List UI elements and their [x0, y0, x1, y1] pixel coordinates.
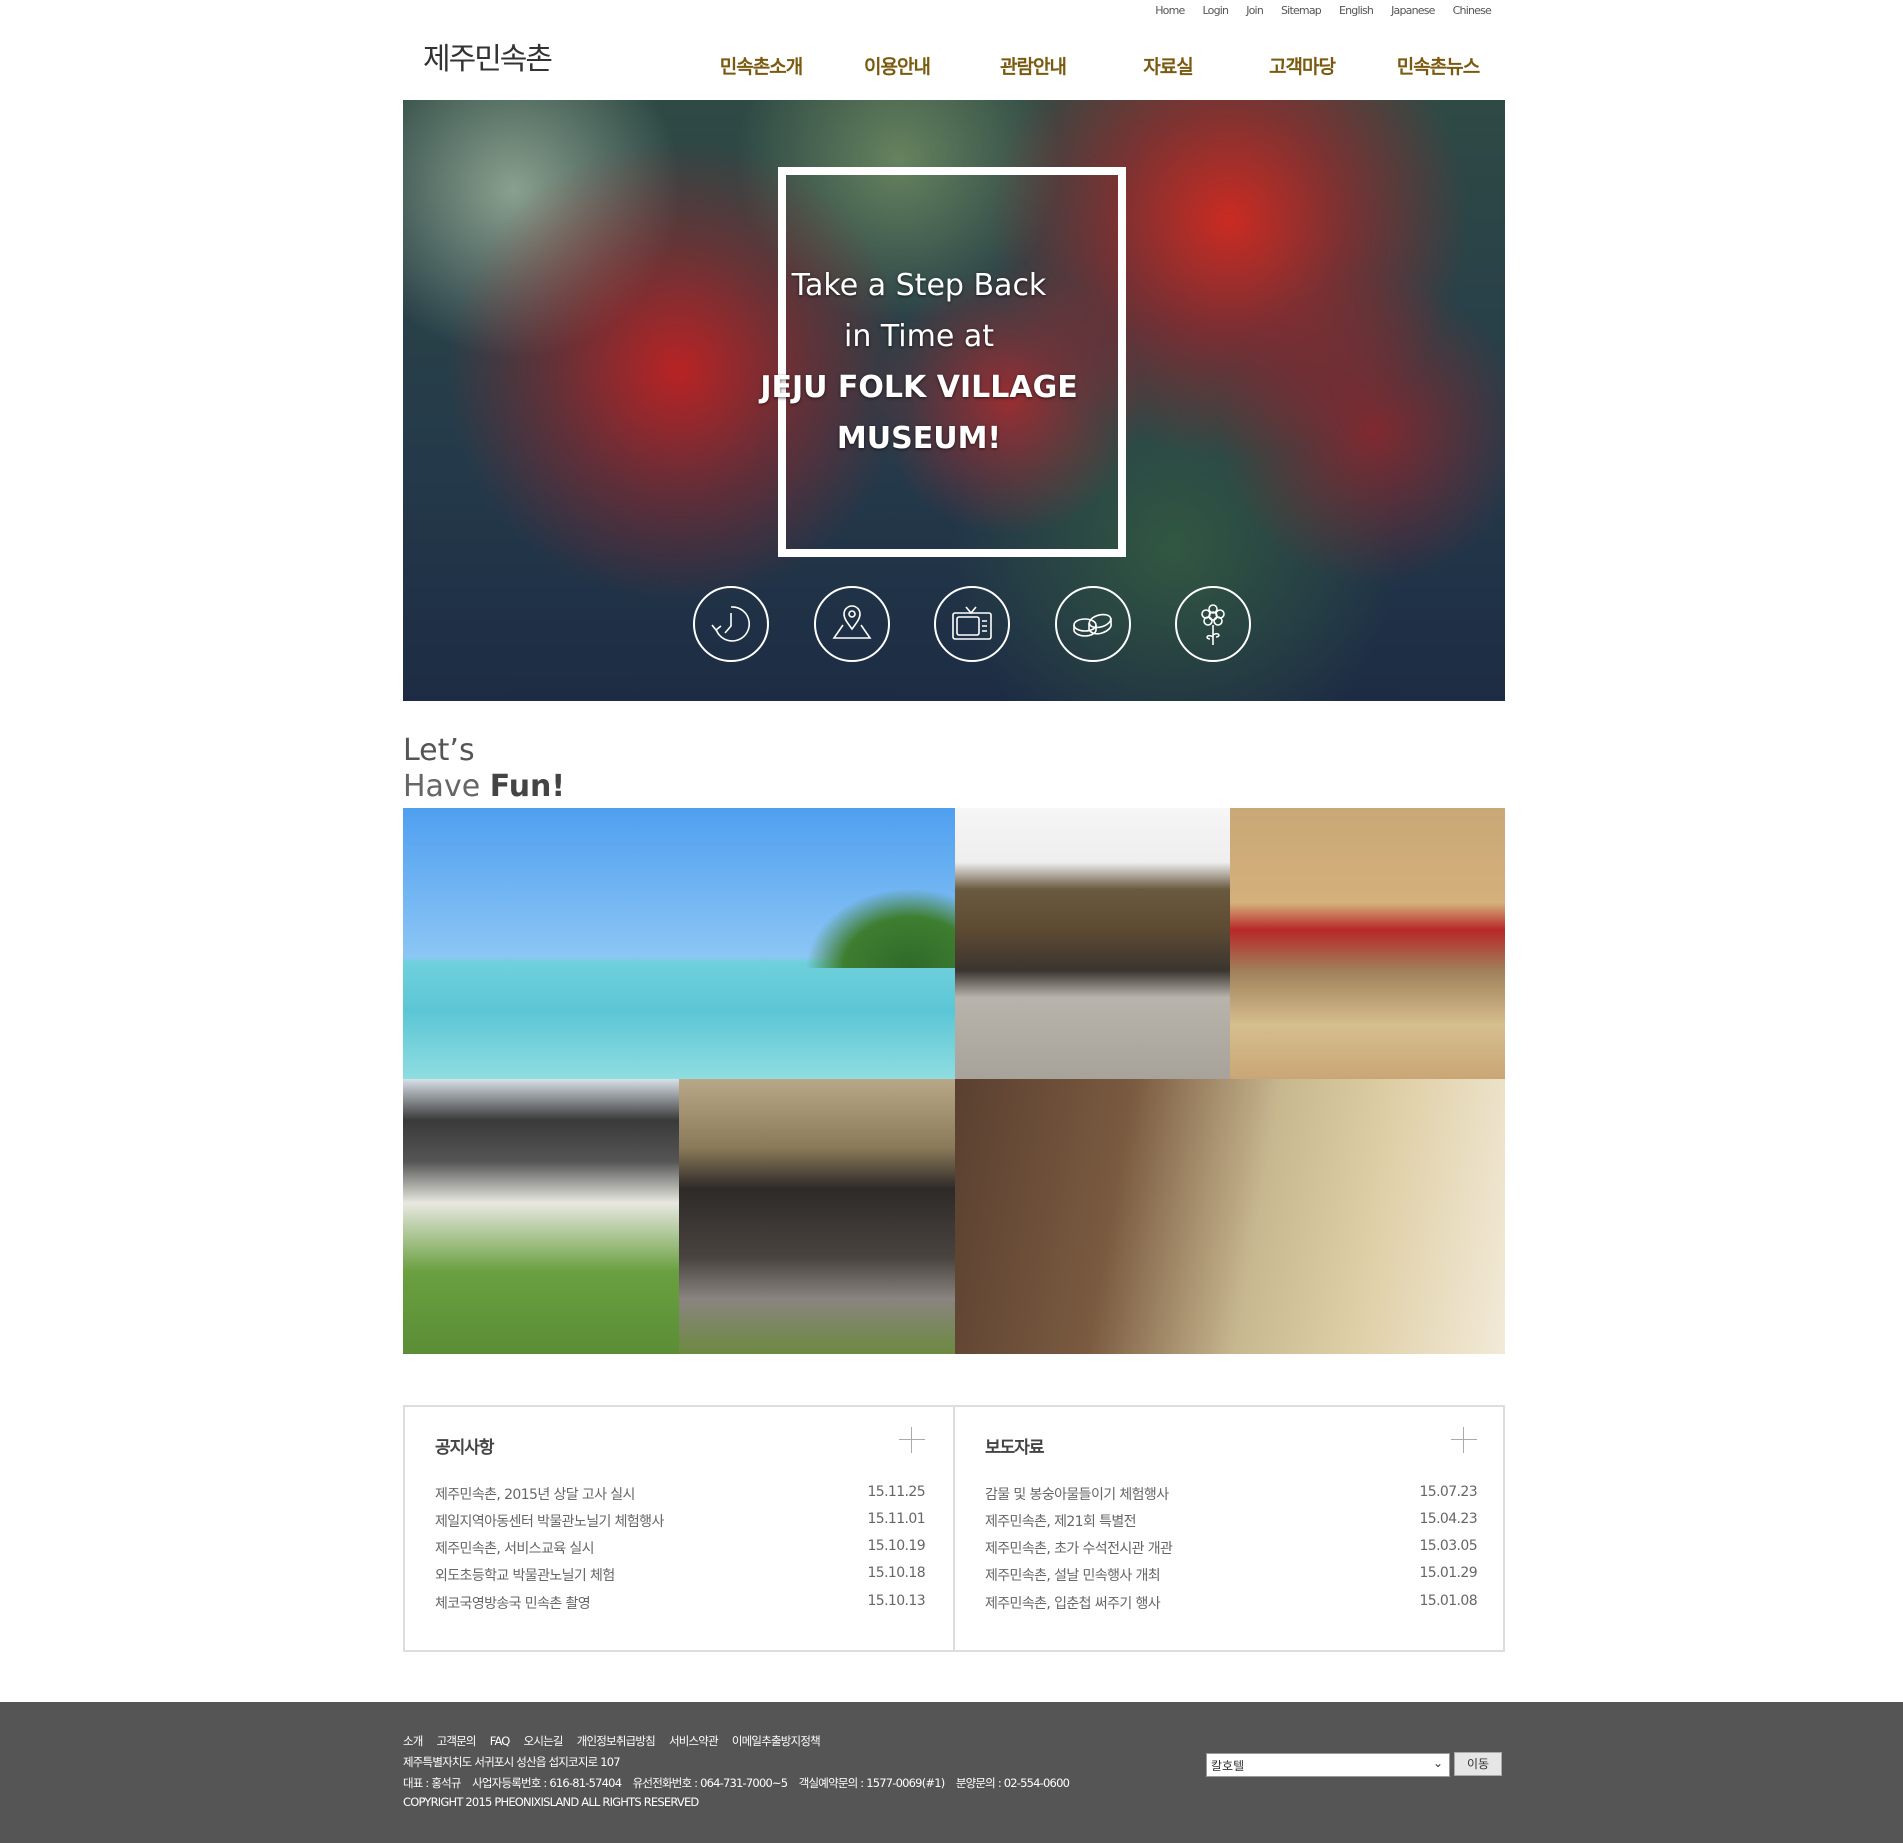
- item-title[interactable]: 감물 및 봉숭아물들이기 체험행사: [985, 1484, 1169, 1504]
- link-join[interactable]: Join: [1246, 4, 1264, 17]
- list-item[interactable]: 제주민속촌, 초가 수석전시관 개관 15.03.05: [985, 1538, 1478, 1558]
- list-item[interactable]: 제주민속촌, 2015년 상달 고사 실시 15.11.25: [435, 1484, 926, 1504]
- press-more-plus-icon[interactable]: [1451, 1427, 1477, 1453]
- item-date: 15.10.19: [867, 1538, 925, 1554]
- item-date: 15.07.23: [1419, 1484, 1477, 1500]
- top-links: Home Login Join Sitemap English Japanese…: [1155, 4, 1492, 17]
- link-login[interactable]: Login: [1203, 4, 1229, 17]
- fun-heading-line2: Have Fun!: [403, 769, 565, 804]
- footer-link[interactable]: 오시는길: [524, 1734, 564, 1748]
- photo-beach[interactable]: [403, 808, 955, 1079]
- item-date: 15.01.29: [1419, 1565, 1477, 1581]
- item-date: 15.01.08: [1419, 1593, 1477, 1609]
- news-box: 공지사항 제주민속촌, 2015년 상달 고사 실시 15.11.25 제일지역아…: [403, 1405, 1505, 1652]
- list-item[interactable]: 제주민속촌, 서비스교육 실시 15.10.19: [435, 1538, 926, 1558]
- notice-more-plus-icon[interactable]: [899, 1427, 925, 1453]
- item-title[interactable]: 제주민속촌, 설날 민속행사 개최: [985, 1565, 1161, 1585]
- hero-line: JEJU FOLK VILLAGE: [760, 370, 1078, 405]
- select-value: 칼호텔: [1211, 1759, 1245, 1773]
- hero-line: MUSEUM!: [836, 421, 1002, 456]
- list-item[interactable]: 외도초등학교 박물관노닐기 체험 15.10.18: [435, 1565, 926, 1585]
- footer-address: 제주특별자치도 서귀포시 성산읍 섭지코지로 107: [403, 1755, 621, 1769]
- fun-heading-text: Have: [403, 769, 490, 804]
- photo-stone-exhibit[interactable]: [955, 1079, 1505, 1354]
- item-date: 15.10.18: [867, 1565, 925, 1581]
- hero-line: Take a Step Back: [791, 268, 1047, 303]
- nav-customer[interactable]: 고객마당: [1269, 52, 1336, 79]
- item-title[interactable]: 제주민속촌, 제21회 특별전: [985, 1511, 1137, 1531]
- footer-info: 대표 : 홍석규 사업자등록번호 : 616-81-57404 유선전화번호 :…: [403, 1776, 1070, 1790]
- item-date: 15.11.01: [867, 1511, 925, 1527]
- list-item[interactable]: 체코국영방송국 민속촌 촬영 15.10.13: [435, 1593, 926, 1613]
- photo-ceremony[interactable]: [1230, 808, 1505, 1079]
- item-title[interactable]: 제주민속촌, 2015년 상달 고사 실시: [435, 1484, 635, 1504]
- hero-banner: Take a Step Back in Time at JEJU FOLK VI…: [403, 100, 1505, 701]
- footer-links: 소개 고객문의 FAQ 오시는길 개인정보취급방침 서비스약관 이메일추출방지정책: [403, 1733, 834, 1749]
- notice-panel: 공지사항 제주민속촌, 2015년 상달 고사 실시 15.11.25 제일지역아…: [405, 1407, 955, 1650]
- press-title: 보도자료: [985, 1438, 1045, 1458]
- link-japanese[interactable]: Japanese: [1391, 4, 1435, 17]
- item-title[interactable]: 제주민속촌, 서비스교육 실시: [435, 1538, 595, 1558]
- fun-heading-line1: Let’s: [403, 733, 475, 768]
- nav-archive[interactable]: 자료실: [1143, 52, 1193, 79]
- photo-thatched-house[interactable]: [955, 808, 1230, 1079]
- link-home[interactable]: Home: [1155, 4, 1185, 17]
- fun-heading-bold: Fun!: [489, 769, 566, 804]
- chevron-down-icon: ⌄: [1432, 1756, 1443, 1770]
- item-date: 15.03.05: [1419, 1538, 1477, 1554]
- footer-link[interactable]: 개인정보취급방침: [577, 1734, 656, 1748]
- hero-frame: [778, 167, 1126, 557]
- footer: 소개 고객문의 FAQ 오시는길 개인정보취급방침 서비스약관 이메일추출방지정책 제주특별…: [0, 1702, 1903, 1843]
- press-panel: 보도자료 감물 및 봉숭아물들이기 체험행사 15.07.23 제주민속촌, 제2…: [955, 1407, 1505, 1650]
- island: [805, 888, 955, 968]
- family-site-select[interactable]: 칼호텔 ⌄: [1206, 1753, 1450, 1777]
- item-title[interactable]: 제주민속촌, 초가 수석전시관 개관: [985, 1538, 1173, 1558]
- hero-line: in Time at: [844, 319, 994, 354]
- nav-news[interactable]: 민속촌뉴스: [1397, 52, 1480, 79]
- item-date: 15.04.23: [1419, 1511, 1477, 1527]
- notice-title: 공지사항: [435, 1438, 495, 1458]
- footer-link[interactable]: 소개: [403, 1734, 423, 1748]
- list-item[interactable]: 제주민속촌, 설날 민속행사 개최 15.01.29: [985, 1565, 1478, 1585]
- list-item[interactable]: 제주민속촌, 입춘첩 써주기 행사 15.01.08: [985, 1593, 1478, 1613]
- item-title[interactable]: 체코국영방송국 민속촌 촬영: [435, 1593, 591, 1613]
- logo[interactable]: 제주민속촌: [423, 34, 553, 78]
- item-date: 15.10.13: [867, 1593, 925, 1609]
- item-title[interactable]: 제주민속촌, 입춘첩 써주기 행사: [985, 1593, 1161, 1613]
- footer-link[interactable]: 고객문의: [437, 1734, 477, 1748]
- item-date: 15.11.25: [867, 1484, 925, 1500]
- footer-copyright: COPYRIGHT 2015 PHEONIXISLAND ALL RIGHTS …: [403, 1795, 699, 1809]
- clock-history-icon[interactable]: [693, 586, 769, 662]
- photo-dancer[interactable]: [403, 1079, 679, 1354]
- link-english[interactable]: English: [1339, 4, 1374, 17]
- nav-intro[interactable]: 민속촌소개: [720, 52, 803, 79]
- map-pin-icon[interactable]: [814, 586, 890, 662]
- nav-usage[interactable]: 이용안내: [864, 52, 931, 79]
- item-title[interactable]: 제일지역아동센터 박물관노닐기 체험행사: [435, 1511, 664, 1531]
- list-item[interactable]: 감물 및 봉숭아물들이기 체험행사 15.07.23: [985, 1484, 1478, 1504]
- link-sitemap[interactable]: Sitemap: [1281, 4, 1322, 17]
- list-item[interactable]: 제주민속촌, 제21회 특별전 15.04.23: [985, 1511, 1478, 1531]
- tv-icon[interactable]: [934, 586, 1010, 662]
- link-chinese[interactable]: Chinese: [1453, 4, 1492, 17]
- footer-link[interactable]: 이메일추출방지정책: [732, 1734, 821, 1748]
- photo-calligraphy[interactable]: [679, 1079, 955, 1354]
- flower-icon[interactable]: [1175, 586, 1251, 662]
- item-title[interactable]: 외도초등학교 박물관노닐기 체험: [435, 1565, 615, 1585]
- footer-link[interactable]: FAQ: [490, 1734, 511, 1748]
- footer-link[interactable]: 서비스약관: [669, 1734, 719, 1748]
- go-button[interactable]: 이동: [1454, 1752, 1502, 1776]
- coins-icon[interactable]: [1055, 586, 1131, 662]
- nav-tour[interactable]: 관람안내: [1000, 52, 1067, 79]
- list-item[interactable]: 제일지역아동센터 박물관노닐기 체험행사 15.11.01: [435, 1511, 926, 1531]
